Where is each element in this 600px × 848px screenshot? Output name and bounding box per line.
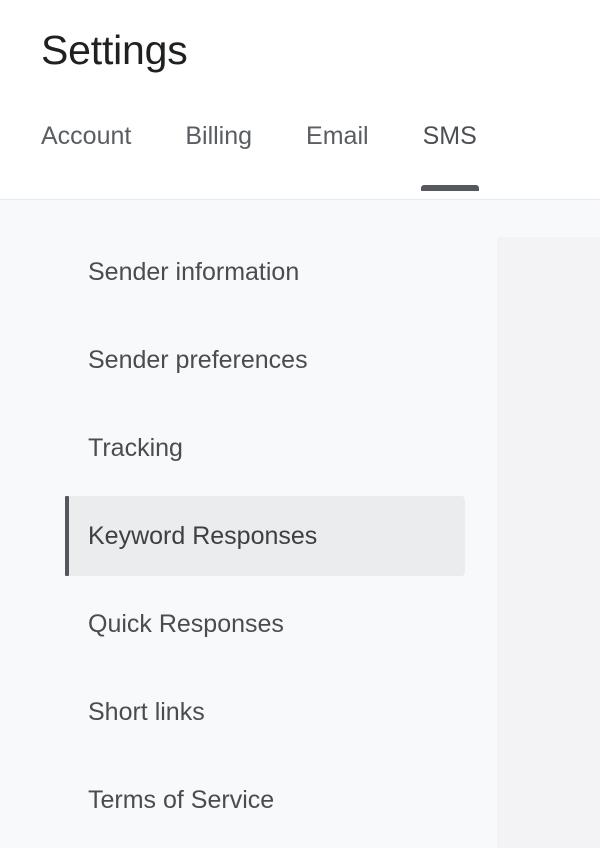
sidebar-item-label: Tracking <box>88 434 183 462</box>
sidebar-item-quick-responses[interactable]: Quick Responses <box>65 584 465 664</box>
sidebar-item-label: Short links <box>88 698 205 726</box>
tab-sms[interactable]: SMS <box>420 120 479 191</box>
sidebar-item-label: Terms of Service <box>88 786 275 814</box>
sidebar-item-label: Quick Responses <box>88 610 284 638</box>
sidebar-item-keyword-responses[interactable]: Keyword Responses <box>65 496 465 576</box>
sidebar-item-label: Keyword Responses <box>88 522 318 550</box>
sms-settings-sidebar: Sender information Sender preferences Trac… <box>0 201 497 848</box>
sidebar-item-label: Sender preferences <box>88 346 308 374</box>
tab-email[interactable]: Email <box>306 120 369 152</box>
page-header: Settings Account Billing Email SMS <box>0 0 600 200</box>
settings-body: Sender information Sender preferences Trac… <box>0 201 600 848</box>
tab-billing[interactable]: Billing <box>185 120 252 152</box>
sidebar-item-label: Sender information <box>88 258 300 286</box>
sidebar-item-terms-of-service[interactable]: Terms of Service <box>65 760 465 840</box>
content-panel <box>497 237 600 848</box>
sidebar-item-tracking[interactable]: Tracking <box>65 408 465 488</box>
tab-account[interactable]: Account <box>41 120 131 152</box>
settings-tabs: Account Billing Email SMS <box>41 120 479 200</box>
sidebar-item-sender-information[interactable]: Sender information <box>65 232 465 312</box>
sidebar-item-sender-preferences[interactable]: Sender preferences <box>65 320 465 400</box>
sidebar-item-short-links[interactable]: Short links <box>65 672 465 752</box>
settings-page: Settings Account Billing Email SMS Sender i… <box>0 0 600 848</box>
page-title: Settings <box>41 27 188 73</box>
